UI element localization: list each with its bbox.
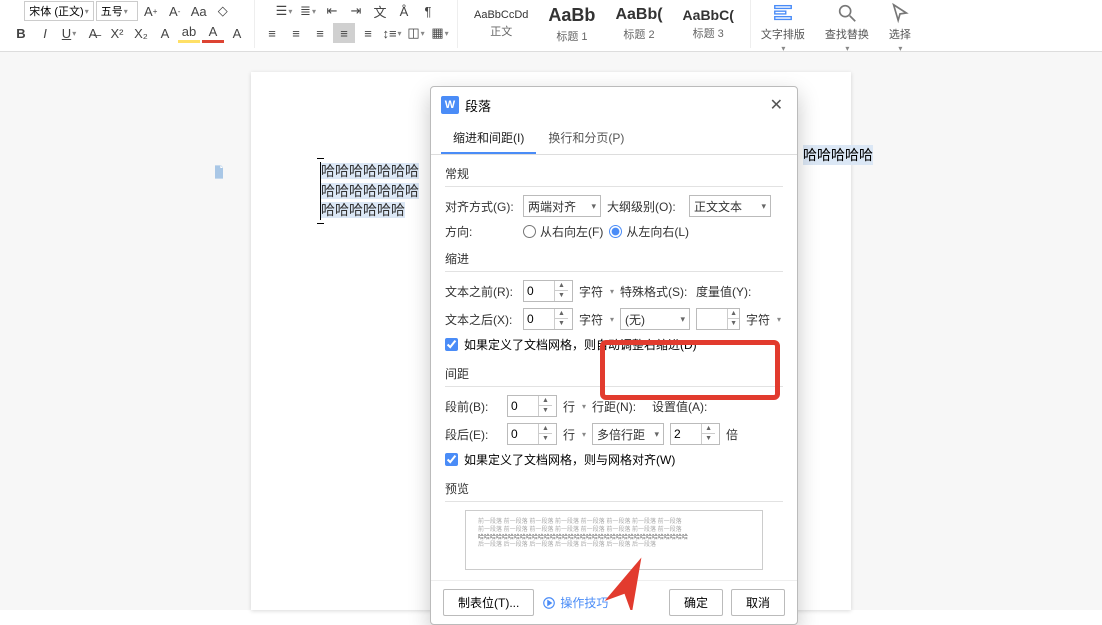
grid-align-check[interactable]: 如果定义了文档网格，则与网格对齐(W)	[445, 451, 783, 468]
bullets-icon[interactable]: ☰▾	[273, 1, 295, 21]
measure-label: 度量值(Y):	[696, 283, 751, 300]
ribbon-toolbar: 宋体 (正文)▾ 五号▾ A+ A- Aa ◇ B I U▾ A̶ X² X₂ …	[0, 0, 1102, 52]
font-family-combo[interactable]: 宋体 (正文)▾	[24, 1, 93, 21]
section-general: 常规	[445, 161, 783, 184]
cursor-icon	[889, 2, 911, 24]
align-right-icon[interactable]: ≡	[309, 23, 331, 43]
indent-before-spinner[interactable]: ▲▼	[523, 280, 573, 302]
align-center-icon[interactable]: ≡	[285, 23, 307, 43]
app-icon: W	[441, 96, 459, 114]
paragraph-dialog: W 段落 ✕ 缩进和间距(I) 换行和分页(P) 常规 对齐方式(G): 两端对…	[430, 86, 798, 625]
divider	[445, 386, 783, 387]
change-case-icon[interactable]: Aa	[188, 1, 210, 21]
styles-group: AaBbCcDd 正文 AaBb 标题 1 AaBb( 标题 2 AaBbC( …	[458, 0, 751, 48]
superscript-icon[interactable]: X²	[106, 23, 128, 43]
indent-icon[interactable]: ⇥	[345, 1, 367, 21]
arrow-annotation	[600, 555, 660, 610]
dialog-body: 常规 对齐方式(G): 两端对齐▾ 大纲级别(O): 正文文本▾ 方向: 从右向…	[431, 155, 797, 580]
indent-after-label: 文本之后(X):	[445, 311, 517, 328]
measure-spinner[interactable]: ▲▼	[696, 308, 740, 330]
numbering-icon[interactable]: ≣▾	[297, 1, 319, 21]
show-marks-icon[interactable]: ¶	[417, 1, 439, 21]
paragraph-group: ☰▾ ≣▾ ⇤ ⇥ 文 Å ¶ ≡ ≡ ≡ ≡ ≡ ↕≡▾ ◫▾ ▦▾	[255, 0, 458, 48]
distribute-icon[interactable]: ≡	[357, 23, 379, 43]
special-select[interactable]: (无)▾	[620, 308, 690, 330]
font-color-icon[interactable]: A	[202, 23, 224, 43]
style-heading2[interactable]: AaBb( 标题 2	[605, 4, 672, 44]
setat-label: 设置值(A):	[652, 398, 708, 415]
outline-label: 大纲级别(O):	[607, 198, 683, 215]
dialog-tabs: 缩进和间距(I) 换行和分页(P)	[431, 123, 797, 155]
text-layout-button[interactable]: 文字排版▾	[751, 0, 815, 55]
shading-icon[interactable]: A	[226, 23, 248, 43]
clear-format-icon[interactable]: ◇	[212, 1, 234, 21]
align-left-icon[interactable]: ≡	[261, 23, 283, 43]
font-group: 宋体 (正文)▾ 五号▾ A+ A- Aa ◇ B I U▾ A̶ X² X₂ …	[4, 0, 255, 48]
font-size-combo[interactable]: 五号▾	[96, 1, 138, 21]
shading-para-icon[interactable]: ◫▾	[405, 23, 427, 43]
subscript-icon[interactable]: X₂	[130, 23, 152, 43]
underline-icon[interactable]: U▾	[58, 23, 80, 43]
outline-select[interactable]: 正文文本▾	[689, 195, 771, 217]
linespacing-select[interactable]: 多倍行距▾	[592, 423, 664, 445]
indent-before-label: 文本之前(R):	[445, 283, 517, 300]
space-after-label: 段后(E):	[445, 426, 501, 443]
dialog-title: 段落	[465, 96, 491, 115]
dialog-titlebar: W 段落 ✕	[431, 87, 797, 123]
close-icon[interactable]: ✕	[766, 95, 787, 115]
direction-label: 方向:	[445, 223, 517, 240]
tab-line-page[interactable]: 换行和分页(P)	[536, 123, 636, 154]
layout-icon	[772, 2, 794, 24]
grow-font-icon[interactable]: A+	[140, 1, 162, 21]
overflow-text: 哈哈哈哈哈	[803, 145, 873, 165]
indent-after-spinner[interactable]: ▲▼	[523, 308, 573, 330]
section-spacing: 间距	[445, 361, 783, 384]
text-direction-icon[interactable]: 文	[369, 1, 391, 21]
line-spacing-icon[interactable]: ↕≡▾	[381, 23, 403, 43]
search-icon	[836, 2, 858, 24]
ltr-radio[interactable]: 从左向右(L)	[609, 223, 689, 240]
tab-indent-spacing[interactable]: 缩进和间距(I)	[441, 123, 536, 154]
align-label: 对齐方式(G):	[445, 198, 517, 215]
section-indent: 缩进	[445, 246, 783, 269]
divider	[445, 501, 783, 502]
outdent-icon[interactable]: ⇤	[321, 1, 343, 21]
style-normal[interactable]: AaBbCcDd 正文	[464, 7, 538, 41]
align-select[interactable]: 两端对齐▾	[523, 195, 601, 217]
strike-icon[interactable]: A̶	[82, 23, 104, 43]
sort-icon[interactable]: Å	[393, 1, 415, 21]
linespacing-label: 行距(N):	[592, 398, 646, 415]
selection-handle-left[interactable]	[320, 162, 321, 220]
setat-spinner[interactable]: ▲▼	[670, 423, 720, 445]
special-label: 特殊格式(S):	[620, 283, 690, 300]
divider	[445, 186, 783, 187]
select-button[interactable]: 选择▾	[879, 0, 921, 55]
auto-adjust-check[interactable]: 如果定义了文档网格，则自动调整右缩进(D)	[445, 336, 783, 353]
space-before-label: 段前(B):	[445, 398, 501, 415]
page-marker-icon	[211, 164, 227, 180]
play-icon	[542, 596, 556, 610]
space-before-spinner[interactable]: ▲▼	[507, 395, 557, 417]
divider	[445, 271, 783, 272]
cancel-button[interactable]: 取消	[731, 589, 785, 616]
ok-button[interactable]: 确定	[669, 589, 723, 616]
find-replace-button[interactable]: 查找替换▾	[815, 0, 879, 55]
section-preview: 预览	[445, 476, 783, 499]
style-heading3[interactable]: AaBbC( 标题 3	[673, 5, 744, 43]
style-heading1[interactable]: AaBb 标题 1	[538, 3, 605, 46]
tips-link[interactable]: 操作技巧	[542, 594, 608, 611]
highlight-icon[interactable]: ab	[178, 23, 200, 43]
shrink-font-icon[interactable]: A-	[164, 1, 186, 21]
italic-icon[interactable]: I	[34, 23, 56, 43]
borders-icon[interactable]: ▦▾	[429, 23, 451, 43]
space-after-spinner[interactable]: ▲▼	[507, 423, 557, 445]
rtl-radio[interactable]: 从右向左(F)	[523, 223, 603, 240]
tabs-button[interactable]: 制表位(T)...	[443, 589, 534, 616]
text-effect-icon[interactable]: A	[154, 23, 176, 43]
align-justify-icon[interactable]: ≡	[333, 23, 355, 43]
bold-icon[interactable]: B	[10, 23, 32, 43]
